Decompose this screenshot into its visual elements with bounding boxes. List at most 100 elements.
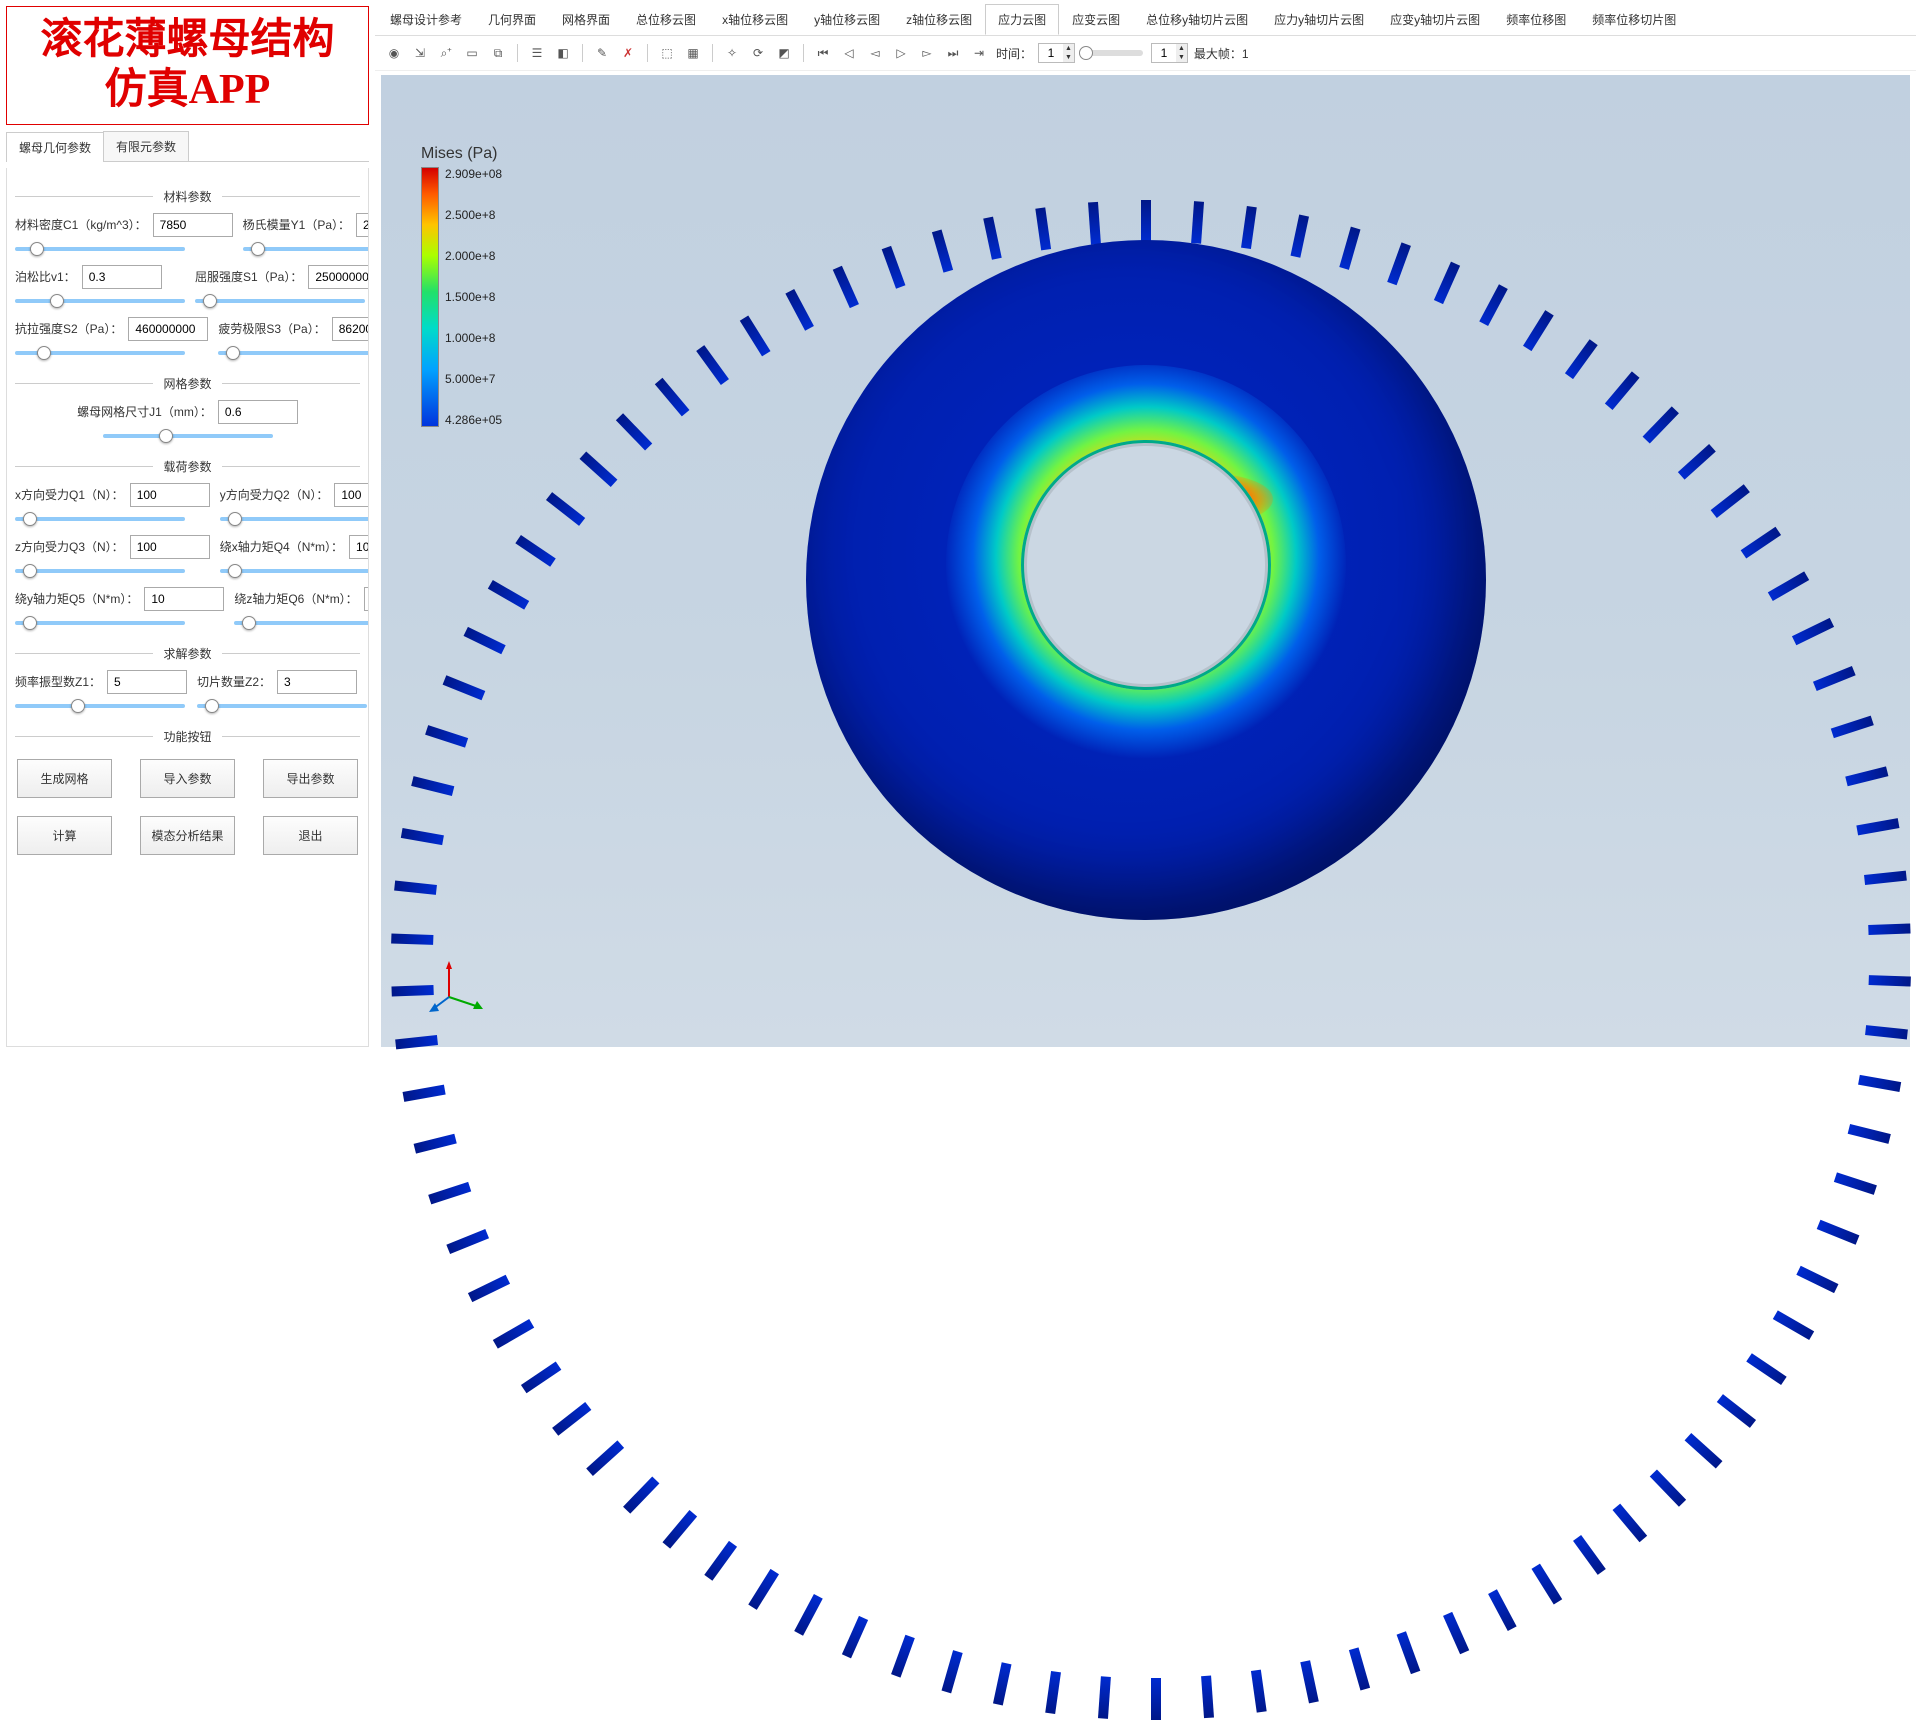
- isometric-icon[interactable]: ◩: [773, 42, 795, 64]
- slider-mz[interactable]: [234, 621, 369, 625]
- layers-icon[interactable]: ☰: [526, 42, 548, 64]
- render-mode-icon[interactable]: ◧: [552, 42, 574, 64]
- result-tab-5[interactable]: y轴位移云图: [801, 4, 893, 35]
- step-forward-icon[interactable]: ▻: [916, 42, 938, 64]
- frame-input[interactable]: [1152, 44, 1176, 62]
- select-all-icon[interactable]: ▦: [682, 42, 704, 64]
- result-tab-12[interactable]: 频率位移图: [1493, 4, 1579, 35]
- import-params-button[interactable]: 导入参数: [140, 759, 235, 798]
- result-tab-9[interactable]: 总位移y轴切片云图: [1133, 4, 1261, 35]
- result-viewport[interactable]: Mises (Pa) 2.909e+082.500e+82.000e+81.50…: [381, 75, 1910, 1047]
- generate-mesh-button[interactable]: 生成网格: [17, 759, 112, 798]
- orbit-icon[interactable]: ✧: [721, 42, 743, 64]
- slider-fatigue[interactable]: [218, 351, 369, 355]
- modal-results-button[interactable]: 模态分析结果: [140, 816, 235, 855]
- slider-fy[interactable]: [220, 517, 369, 521]
- label-fy: y方向受力Q2（N）：: [220, 486, 329, 503]
- zoom-fit-icon[interactable]: ⌕⁺: [435, 42, 457, 64]
- spin-up-icon[interactable]: ▲: [1176, 44, 1187, 53]
- compute-button[interactable]: 计算: [17, 816, 112, 855]
- select-box-icon[interactable]: ▭: [461, 42, 483, 64]
- result-tab-10[interactable]: 应力y轴切片云图: [1261, 4, 1377, 35]
- slider-yield[interactable]: [195, 299, 365, 303]
- input-modes[interactable]: [107, 670, 187, 694]
- play-back-icon[interactable]: ◅: [864, 42, 886, 64]
- export-view-icon[interactable]: ⇲: [409, 42, 431, 64]
- slider-mx[interactable]: [220, 569, 369, 573]
- viewport-toolbar: ◉ ⇲ ⌕⁺ ▭ ⧉ ☰ ◧ ✎ ✗ ⬚ ▦ ✧ ⟳ ◩ ⏮ ◁ ◅ ▷ ▻ ⏭…: [375, 36, 1916, 71]
- slider-tensile[interactable]: [15, 351, 185, 355]
- legend-tick: 1.000e+8: [445, 331, 502, 345]
- result-tab-3[interactable]: 总位移云图: [623, 4, 709, 35]
- section-mesh: 网格参数: [15, 375, 360, 392]
- result-tab-1[interactable]: 几何界面: [475, 4, 549, 35]
- input-mesh-size[interactable]: [218, 400, 298, 424]
- label-poisson: 泊松比v1：: [15, 268, 76, 285]
- camera-icon[interactable]: ◉: [383, 42, 405, 64]
- slider-slices[interactable]: [197, 704, 367, 708]
- section-solve: 求解参数: [15, 645, 360, 662]
- copy-window-icon[interactable]: ⧉: [487, 42, 509, 64]
- result-tab-11[interactable]: 应变y轴切片云图: [1377, 4, 1493, 35]
- frame-spinner[interactable]: ▲▼: [1151, 43, 1188, 63]
- spin-down-icon[interactable]: ▼: [1063, 53, 1074, 62]
- time-spinner[interactable]: ▲▼: [1038, 43, 1075, 63]
- tab-fea-params[interactable]: 有限元参数: [103, 131, 189, 161]
- input-fy[interactable]: [334, 483, 369, 507]
- label-tensile: 抗拉强度S2（Pa）：: [15, 320, 122, 337]
- input-poisson[interactable]: [82, 265, 162, 289]
- slider-density[interactable]: [15, 247, 185, 251]
- app-logo: 滚花薄螺母结构 仿真APP: [6, 6, 369, 125]
- model-view[interactable]: [766, 200, 1526, 960]
- tab-geometry-params[interactable]: 螺母几何参数: [6, 132, 104, 162]
- input-tensile[interactable]: [128, 317, 208, 341]
- result-tab-0[interactable]: 螺母设计参考: [377, 4, 475, 35]
- exit-button[interactable]: 退出: [263, 816, 358, 855]
- spin-up-icon[interactable]: ▲: [1063, 44, 1074, 53]
- legend-tick: 4.286e+05: [445, 413, 502, 427]
- input-fz[interactable]: [130, 535, 210, 559]
- input-youngs[interactable]: [356, 213, 369, 237]
- slider-fz[interactable]: [15, 569, 185, 573]
- rotate-icon[interactable]: ⟳: [747, 42, 769, 64]
- slider-poisson[interactable]: [15, 299, 185, 303]
- select-rect-icon[interactable]: ⬚: [656, 42, 678, 64]
- result-tab-8[interactable]: 应变云图: [1059, 4, 1133, 35]
- goto-end-icon[interactable]: ⏭: [942, 42, 964, 64]
- result-tab-6[interactable]: z轴位移云图: [893, 4, 985, 35]
- slider-fx[interactable]: [15, 517, 185, 521]
- result-tab-4[interactable]: x轴位移云图: [709, 4, 801, 35]
- slider-youngs[interactable]: [243, 247, 369, 251]
- input-my[interactable]: [144, 587, 224, 611]
- spin-down-icon[interactable]: ▼: [1176, 53, 1187, 62]
- logo-line1: 滚花薄螺母结构: [11, 15, 364, 65]
- result-tab-2[interactable]: 网格界面: [549, 4, 623, 35]
- input-fx[interactable]: [130, 483, 210, 507]
- input-mx[interactable]: [349, 535, 369, 559]
- highlight-icon[interactable]: ✎: [591, 42, 613, 64]
- sidebar-tabs: 螺母几何参数 有限元参数: [6, 131, 369, 162]
- input-density[interactable]: [153, 213, 233, 237]
- slider-mesh-size[interactable]: [103, 434, 273, 438]
- input-slices[interactable]: [277, 670, 357, 694]
- legend-title: Mises (Pa): [421, 145, 502, 163]
- label-density: 材料密度C1（kg/m^3）：: [15, 216, 147, 233]
- slider-modes[interactable]: [15, 704, 185, 708]
- time-input[interactable]: [1039, 44, 1063, 62]
- time-label: 时间：: [996, 45, 1032, 62]
- label-fz: z方向受力Q3（N）：: [15, 538, 124, 555]
- step-back-icon[interactable]: ◁: [838, 42, 860, 64]
- slider-my[interactable]: [15, 621, 185, 625]
- input-yield[interactable]: [308, 265, 369, 289]
- section-load: 载荷参数: [15, 458, 360, 475]
- goto-start-icon[interactable]: ⏮: [812, 42, 834, 64]
- play-icon[interactable]: ▷: [890, 42, 912, 64]
- input-fatigue[interactable]: [332, 317, 369, 341]
- clear-highlight-icon[interactable]: ✗: [617, 42, 639, 64]
- input-mz[interactable]: [364, 587, 369, 611]
- export-params-button[interactable]: 导出参数: [263, 759, 358, 798]
- time-scrubber[interactable]: [1083, 50, 1143, 56]
- range-icon[interactable]: ⇥: [968, 42, 990, 64]
- result-tab-13[interactable]: 频率位移切片图: [1579, 4, 1689, 35]
- result-tab-7[interactable]: 应力云图: [985, 4, 1059, 35]
